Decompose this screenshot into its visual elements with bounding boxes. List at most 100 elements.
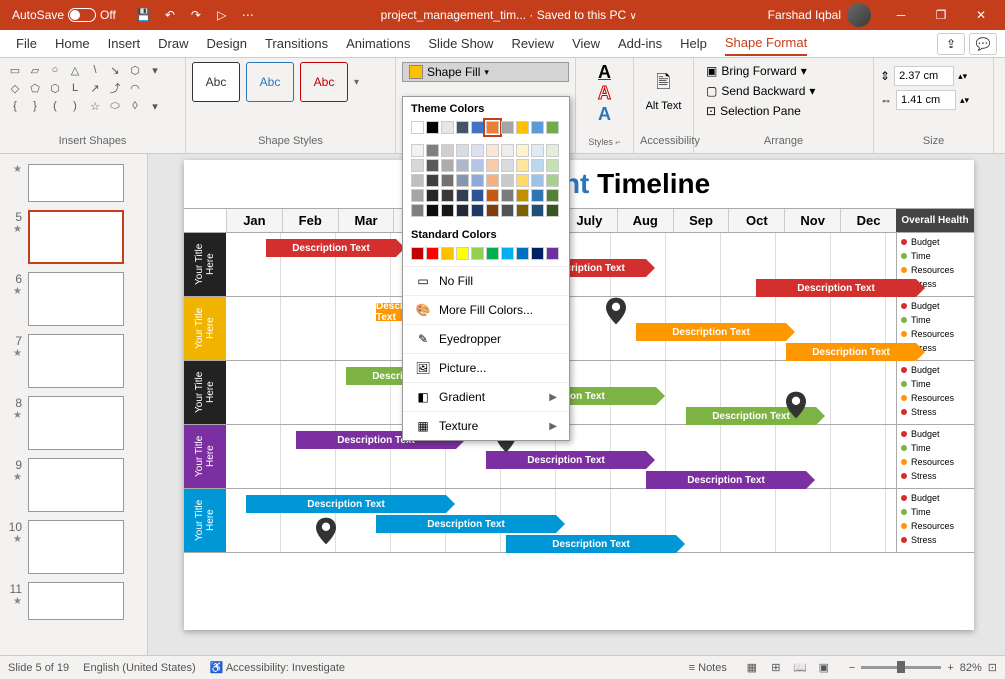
- map-pin-icon[interactable]: [316, 517, 336, 545]
- more-icon[interactable]: ⋯: [236, 3, 260, 27]
- color-swatch[interactable]: [441, 121, 454, 134]
- more-colors-item[interactable]: 🎨More Fill Colors...: [403, 295, 569, 324]
- color-swatch[interactable]: [531, 189, 544, 202]
- eyedropper-item[interactable]: ✎Eyedropper: [403, 324, 569, 353]
- color-swatch[interactable]: [471, 144, 484, 157]
- timeline-bar[interactable]: Description Text: [266, 239, 396, 257]
- shapes-gallery[interactable]: ▭▱○△\↘⬡▾ ◇⬠⬡L↗⤴◠ {}()☆⬭◊▾: [6, 62, 179, 114]
- accessibility-status[interactable]: ♿ Accessibility: Investigate: [210, 661, 345, 674]
- color-swatch[interactable]: [501, 144, 514, 157]
- color-swatch[interactable]: [411, 144, 424, 157]
- tab-transitions[interactable]: Transitions: [265, 32, 328, 55]
- redo-icon[interactable]: ↷: [184, 3, 208, 27]
- color-swatch[interactable]: [516, 144, 529, 157]
- color-swatch[interactable]: [501, 204, 514, 217]
- color-swatch[interactable]: [546, 174, 559, 187]
- color-swatch[interactable]: [486, 121, 499, 134]
- color-swatch[interactable]: [456, 144, 469, 157]
- language-status[interactable]: English (United States): [83, 662, 196, 674]
- color-swatch[interactable]: [411, 159, 424, 172]
- color-swatch[interactable]: [486, 144, 499, 157]
- tab-draw[interactable]: Draw: [158, 32, 188, 55]
- tab-design[interactable]: Design: [207, 32, 247, 55]
- color-swatch[interactable]: [426, 121, 439, 134]
- text-style-a-icon[interactable]: A: [598, 62, 611, 83]
- tab-help[interactable]: Help: [680, 32, 707, 55]
- color-swatch[interactable]: [501, 247, 514, 260]
- color-swatch[interactable]: [516, 121, 529, 134]
- slideshow-icon[interactable]: ▷: [210, 3, 234, 27]
- color-swatch[interactable]: [441, 174, 454, 187]
- slide-canvas[interactable]: 3 Pgement Timeline JanFebMarAprMayJunJul…: [148, 154, 1005, 655]
- color-swatch[interactable]: [456, 247, 469, 260]
- color-swatch[interactable]: [456, 174, 469, 187]
- slideshow-view-button[interactable]: ▣: [813, 659, 835, 677]
- color-swatch[interactable]: [456, 121, 469, 134]
- tab-animations[interactable]: Animations: [346, 32, 410, 55]
- color-swatch[interactable]: [516, 174, 529, 187]
- color-swatch[interactable]: [441, 189, 454, 202]
- color-swatch[interactable]: [456, 159, 469, 172]
- bring-forward-button[interactable]: ▣ Bring Forward ▾: [700, 62, 867, 80]
- gradient-item[interactable]: ◧Gradient▶: [403, 382, 569, 411]
- shape-width-input[interactable]: 1.41 cm: [896, 90, 956, 110]
- autosave-toggle[interactable]: AutoSave Off: [4, 8, 124, 22]
- send-backward-button[interactable]: ▢ Send Backward ▾: [700, 82, 867, 100]
- map-pin-icon[interactable]: [606, 297, 626, 325]
- user-account[interactable]: Farshad Iqbal: [758, 3, 881, 27]
- no-fill-item[interactable]: ▭No Fill: [403, 266, 569, 295]
- shape-styles-gallery[interactable]: Abc Abc Abc ▾: [192, 62, 389, 102]
- fit-button[interactable]: ⊡: [988, 661, 997, 674]
- shape-height-input[interactable]: 2.37 cm: [894, 66, 954, 86]
- close-button[interactable]: ✕: [961, 0, 1001, 30]
- color-swatch[interactable]: [486, 204, 499, 217]
- color-swatch[interactable]: [441, 159, 454, 172]
- zoom-control[interactable]: −+ 82% ⊡: [849, 661, 997, 674]
- alt-text-button[interactable]: 🖹 Alt Text: [640, 62, 687, 112]
- color-swatch[interactable]: [426, 174, 439, 187]
- color-swatch[interactable]: [546, 121, 559, 134]
- timeline-bar[interactable]: Description Text: [636, 323, 786, 341]
- color-swatch[interactable]: [501, 174, 514, 187]
- thumbnail-row[interactable]: 7★: [0, 330, 147, 392]
- tab-review[interactable]: Review: [511, 32, 554, 55]
- color-swatch[interactable]: [411, 204, 424, 217]
- color-swatch[interactable]: [516, 247, 529, 260]
- color-swatch[interactable]: [531, 204, 544, 217]
- color-swatch[interactable]: [546, 144, 559, 157]
- color-swatch[interactable]: [471, 174, 484, 187]
- timeline-bar[interactable]: Description Text: [486, 451, 646, 469]
- maximize-button[interactable]: ❐: [921, 0, 961, 30]
- color-swatch[interactable]: [411, 121, 424, 134]
- color-swatch[interactable]: [426, 247, 439, 260]
- color-swatch[interactable]: [501, 189, 514, 202]
- slide-thumbnails[interactable]: ★5★6★7★8★9★10★11★: [0, 154, 148, 655]
- color-swatch[interactable]: [531, 159, 544, 172]
- thumbnail-row[interactable]: 5★: [0, 206, 147, 268]
- color-swatch[interactable]: [531, 144, 544, 157]
- color-swatch[interactable]: [531, 121, 544, 134]
- color-swatch[interactable]: [471, 247, 484, 260]
- color-swatch[interactable]: [441, 144, 454, 157]
- color-swatch[interactable]: [531, 174, 544, 187]
- color-swatch[interactable]: [426, 144, 439, 157]
- color-swatch[interactable]: [411, 247, 424, 260]
- color-swatch[interactable]: [411, 174, 424, 187]
- color-swatch[interactable]: [486, 159, 499, 172]
- timeline-bar[interactable]: Description Text: [246, 495, 446, 513]
- color-swatch[interactable]: [426, 159, 439, 172]
- tab-insert[interactable]: Insert: [108, 32, 141, 55]
- thumbnail-row[interactable]: 11★: [0, 578, 147, 624]
- picture-item[interactable]: 🖼Picture...: [403, 353, 569, 382]
- text-outline-a-icon[interactable]: A: [598, 83, 611, 104]
- color-swatch[interactable]: [501, 121, 514, 134]
- timeline-bar[interactable]: Description Text: [646, 471, 806, 489]
- tab-slide-show[interactable]: Slide Show: [428, 32, 493, 55]
- color-swatch[interactable]: [546, 204, 559, 217]
- sorter-view-button[interactable]: ⊞: [765, 659, 787, 677]
- minimize-button[interactable]: ─: [881, 0, 921, 30]
- color-swatch[interactable]: [411, 189, 424, 202]
- undo-icon[interactable]: ↶: [158, 3, 182, 27]
- color-swatch[interactable]: [441, 204, 454, 217]
- color-swatch[interactable]: [486, 247, 499, 260]
